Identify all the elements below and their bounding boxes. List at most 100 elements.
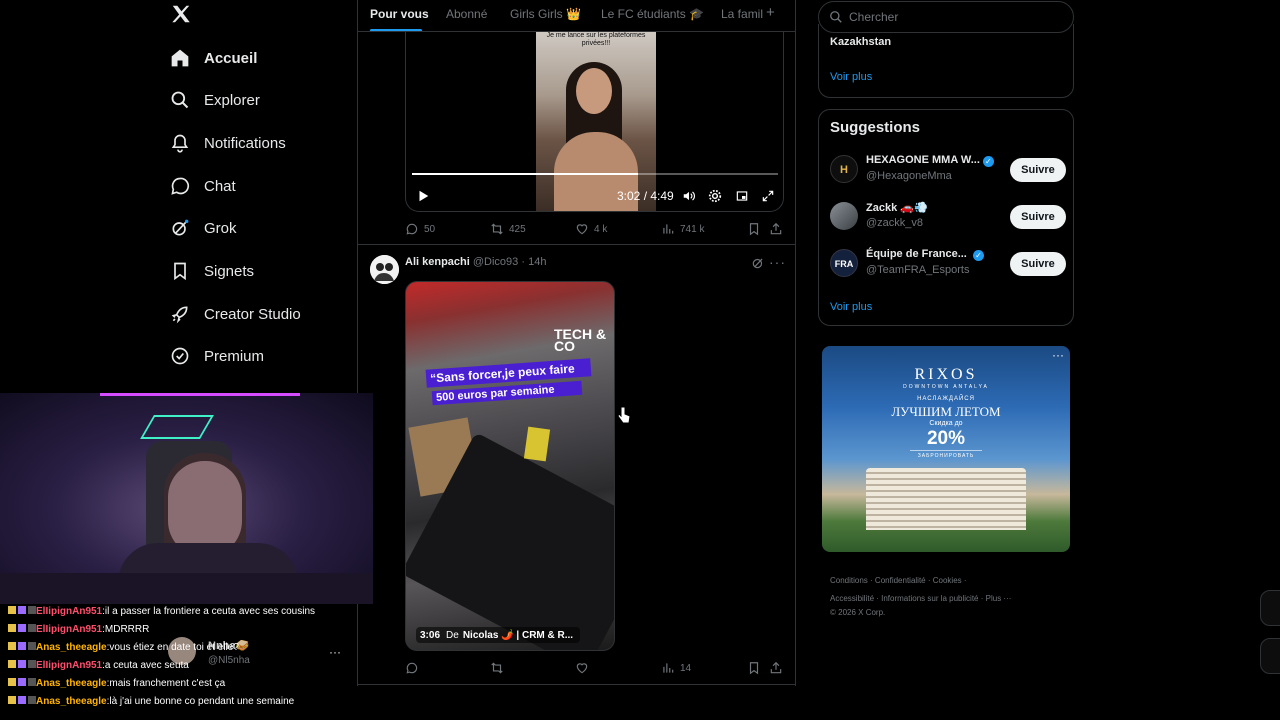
chat-text: mais franchement c'est ça (109, 678, 226, 689)
badge-icon (18, 678, 26, 686)
suggestion-name[interactable]: Zackk 🚗💨 (866, 201, 928, 214)
add-tab-button[interactable]: + (766, 4, 775, 21)
nav-item-accueil[interactable]: Accueil (170, 40, 257, 76)
chat-text: vous étiez en date toi et elle? (109, 642, 239, 653)
share-icon (769, 661, 783, 675)
footer-link[interactable]: Informations sur la publicité (881, 594, 978, 603)
nav-item-creator-studio[interactable]: Creator Studio (170, 296, 301, 332)
tab-girls-girls[interactable]: Girls Girls 👑 (510, 7, 581, 21)
chat-message: ElIipignAn951:il a passer la frontiere a… (8, 606, 315, 617)
author-handle[interactable]: @Dico93 (473, 256, 518, 268)
nav-item-chat[interactable]: Chat (170, 168, 236, 204)
sponsored-ad[interactable]: RIXOS DOWNTOWN ANTALYA НАСЛАЖДАЙСЯ ЛУЧШИ… (822, 346, 1070, 552)
like-count: 4 k (594, 223, 608, 235)
video-player[interactable]: Je me lance sur les plateformes privées!… (405, 32, 784, 212)
badge-icon (8, 660, 16, 668)
avatar[interactable]: H (830, 155, 858, 183)
chat-message: Anas_theeagle:mais franchement c'est ça (8, 678, 225, 689)
tab-pour-vous[interactable]: Pour vous (370, 7, 429, 21)
badge-icon (28, 678, 36, 686)
nav-item-premium[interactable]: Premium (170, 338, 264, 374)
trends-show-more-link[interactable]: Voir plus (830, 71, 872, 83)
pip-icon[interactable] (735, 189, 749, 203)
views-button[interactable]: 14 (661, 661, 691, 675)
like-button[interactable] (575, 661, 594, 675)
like-button[interactable]: 4 k (575, 222, 607, 236)
ad-line: Скидка до (929, 420, 963, 427)
follow-button[interactable]: Suivre (1010, 205, 1066, 229)
badge-icon (18, 660, 26, 668)
play-icon[interactable] (416, 189, 430, 203)
volume-icon[interactable] (682, 189, 696, 203)
settings-gear-icon[interactable] (708, 189, 722, 203)
suggestions-show-more-link[interactable]: Voir plus (830, 301, 872, 313)
avatar[interactable]: FRA (830, 249, 858, 277)
footer-link[interactable]: Conditions (830, 576, 868, 585)
post-video[interactable]: TECH & CO “Sans forcer,je peux faire 500… (405, 281, 615, 651)
trends-card: Kazakhstan Voir plus (818, 24, 1074, 98)
footer-link[interactable]: Cookies (933, 576, 962, 585)
more-options-icon[interactable]: ··· (1052, 348, 1064, 362)
repost-button[interactable]: 425 (490, 222, 526, 236)
nav-item-signets[interactable]: Signets (170, 253, 254, 289)
tab-abonne[interactable]: Abonné (446, 7, 487, 21)
reply-button[interactable]: 50 (405, 222, 435, 236)
footer-link[interactable]: Accessibilité (830, 594, 874, 603)
video-progress-bar[interactable] (412, 173, 778, 175)
footer-link[interactable]: Confidentialité (875, 576, 926, 585)
grok-icon (170, 218, 190, 238)
x-logo-icon[interactable] (170, 3, 192, 25)
chat-badges (8, 624, 36, 635)
copyright: © 2026 X Corp. (830, 608, 886, 617)
chat-badges (8, 678, 36, 689)
suggestion-item[interactable]: Zackk 🚗💨 @zackk_v8 Suivre (830, 198, 1066, 234)
search-input[interactable] (849, 10, 1049, 24)
avatar[interactable] (830, 202, 858, 230)
follow-button[interactable]: Suivre (1010, 252, 1066, 276)
nav-item-grok[interactable]: Grok (170, 210, 237, 246)
reply-icon (405, 661, 419, 675)
bookmark-button[interactable] (747, 222, 766, 236)
badge-icon (28, 642, 36, 650)
follow-button[interactable]: Suivre (1010, 158, 1066, 182)
chat-icon (170, 176, 190, 196)
share-button[interactable] (769, 661, 788, 675)
reply-button[interactable] (405, 661, 424, 675)
suggestion-item[interactable]: H HEXAGONE MMA W... ✓ @HexagoneMma Suivre (830, 151, 1066, 187)
suggestion-name[interactable]: Équipe de France... ✓ (866, 248, 984, 261)
media-source[interactable]: Nicolas 🌶️ | CRM & R... (463, 630, 573, 641)
views-button[interactable]: 741 k (661, 222, 704, 236)
suggestion-item[interactable]: FRA Équipe de France... ✓ @TeamFRA_Espor… (830, 245, 1066, 281)
ad-cta[interactable]: ЗАБРОНИРОВАТЬ (910, 450, 982, 459)
footer-link[interactable]: Plus ··· (986, 594, 1012, 603)
tab-le-fc-etudiants[interactable]: Le FC étudiants 🎓 (601, 7, 704, 21)
chat-message: Anas_theeagle:là j'ai une bonne co penda… (8, 696, 294, 707)
verified-icon (170, 346, 190, 366)
repost-button[interactable] (490, 661, 509, 675)
author-name[interactable]: Ali kenpachi (405, 256, 470, 268)
chat-text: a ceuta avec seuta (104, 660, 189, 671)
svg-text:H: H (840, 164, 848, 176)
bookmark-button[interactable] (747, 661, 766, 675)
share-button[interactable] (769, 222, 788, 236)
post-actions: 14 (405, 661, 785, 681)
floating-chat-button[interactable] (1260, 638, 1280, 674)
tab-la-famille[interactable]: La famil (721, 7, 763, 21)
badge-icon (18, 642, 26, 650)
fullscreen-icon[interactable] (761, 189, 775, 203)
floating-chat-button[interactable] (1260, 590, 1280, 626)
post-time[interactable]: 14h (528, 256, 546, 268)
grok-icon[interactable] (751, 256, 765, 270)
chat-username: Anas_theeagle (36, 642, 107, 653)
suggestion-handle: @TeamFRA_Esports (866, 264, 970, 276)
suggestion-name[interactable]: HEXAGONE MMA W... ✓ (866, 154, 994, 167)
avatar[interactable] (370, 255, 399, 284)
more-options-icon[interactable]: ··· (769, 254, 786, 270)
nav-item-notifications[interactable]: Notifications (170, 125, 286, 161)
badge-icon (8, 642, 16, 650)
ad-hotel-image (866, 468, 1026, 530)
nav-label: Grok (204, 219, 237, 237)
verified-badge-icon: ✓ (982, 156, 994, 167)
nav-item-explorer[interactable]: Explorer (170, 82, 260, 118)
trend-item[interactable]: Kazakhstan (830, 36, 891, 48)
